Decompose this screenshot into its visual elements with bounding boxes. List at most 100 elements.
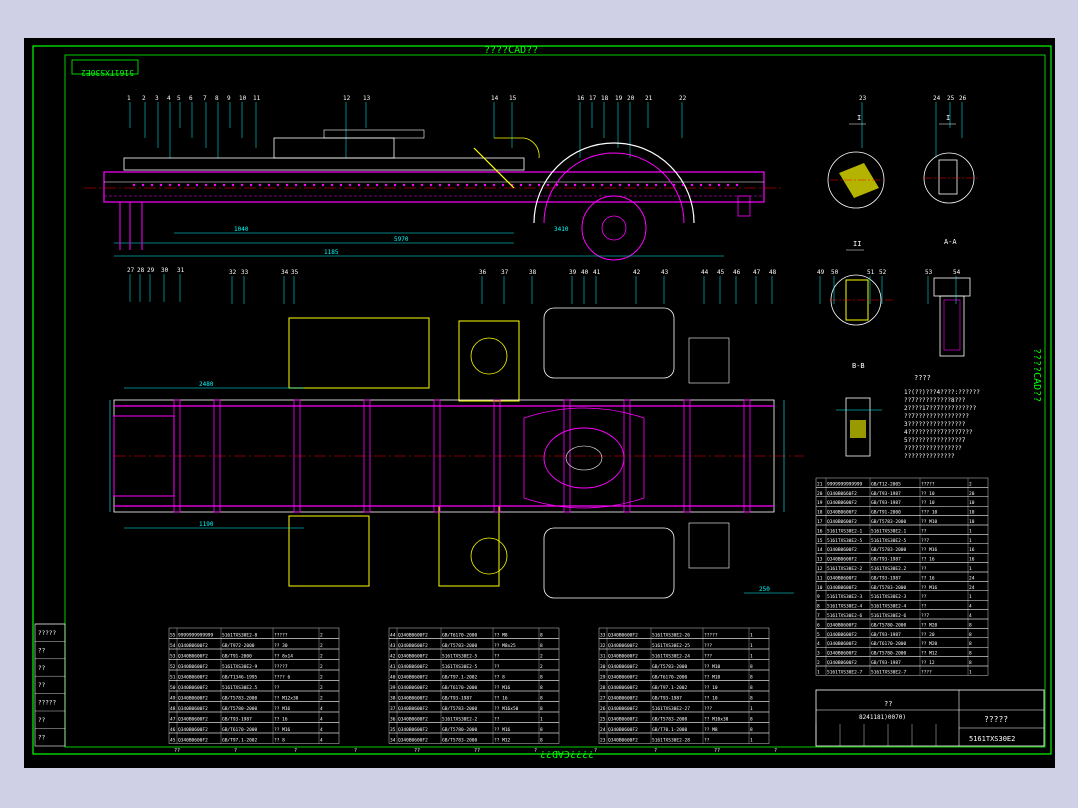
bom-br-cell: 5161TXS30E2-27: [652, 706, 690, 712]
bom-bl-cell: 54: [170, 643, 176, 649]
bom-right-cell: ?? M16: [921, 585, 938, 591]
bom-br-cell: GB/T5783-2000: [652, 717, 688, 723]
rail-hole: [726, 183, 730, 187]
rail-hole: [393, 183, 397, 187]
rail-hole: [618, 183, 622, 187]
bom-bl-cell: GB/T1346-1995: [222, 675, 258, 681]
bom-footer-cell: ?: [774, 748, 777, 754]
bom-br-cell: Q340B0600F2: [608, 654, 638, 660]
dim-3410: 3410: [554, 226, 569, 233]
bom-right-cell: ?? M20: [921, 622, 938, 628]
bom-right-cell: ??: [921, 604, 927, 610]
bom-br-cell: ?? 10: [704, 685, 718, 691]
bom-br-cell: 33: [600, 633, 606, 639]
bom-right-cell: 5161TXS30E2-5: [871, 538, 907, 544]
bom-br-cell: 1: [750, 738, 753, 744]
bom-footer-cell: ??: [414, 748, 420, 754]
bom-right-cell: ?? 16: [921, 575, 935, 581]
bom-bm-cell: Q340B0600F2: [398, 633, 428, 639]
bom-right-cell: Q340B0600F2: [827, 585, 857, 591]
bom-br-cell: ?? 10: [704, 696, 718, 702]
bom-right-cell: Q340B0600F2: [827, 575, 857, 581]
bom-bm-cell: 42: [390, 654, 396, 660]
bom-bl-cell: Q340B0600F2: [178, 727, 208, 733]
bom-right-cell: 8: [969, 641, 972, 647]
bom-bl-cell: Q340B0600F2: [178, 654, 208, 660]
bom-br-cell: Q340B0600F2: [608, 738, 638, 744]
bom-bm-cell: Q340B0600F2: [398, 717, 428, 723]
title-block: ????? ?? 8241181)0070) 5161TXS30E2: [815, 689, 1045, 747]
bom-right-cell: Q340B0600F2: [827, 519, 857, 525]
detail-label-i: I: [857, 114, 861, 122]
bom-br-cell: 28: [600, 685, 606, 691]
left-strip: ????????????????????: [34, 623, 66, 747]
rail-hole: [141, 183, 145, 187]
title-block-mark: ??: [884, 700, 892, 708]
bom-bl-cell: GB/T91-2000: [222, 654, 252, 660]
rail-hole: [456, 183, 460, 187]
bom-bl-cell: 2: [320, 675, 323, 681]
bom-br-cell: 31: [600, 654, 606, 660]
bom-bm-cell: GB/T5783-2000: [442, 738, 478, 744]
bom-right-cell: 21: [817, 481, 823, 487]
bom-right-cell: ?? 16: [921, 557, 935, 563]
bom-bl-cell: 55: [170, 633, 176, 639]
bom-bm-cell: GB/T93-1987: [442, 696, 472, 702]
bom-bm-cell: 8: [540, 727, 543, 733]
bom-bl-cell: ?? 8x14: [274, 654, 293, 660]
bom-br-cell: Q340B0600F2: [608, 643, 638, 649]
bom-bl-cell: Q340B0600F2: [178, 675, 208, 681]
part-label-42: 42: [633, 269, 641, 276]
detail-label-i2: I: [946, 114, 950, 122]
bom-br-cell: ???: [704, 654, 712, 660]
bom-right-cell: GB/T93-1987: [871, 500, 901, 506]
bom-right-cell: GB/T5783-2000: [871, 547, 907, 553]
bom-bl-cell: 5161TXS30E2-9: [222, 664, 258, 670]
bom-bl-cell: Q340B0600F2: [178, 643, 208, 649]
bom-bm-cell: Q340B0600F2: [398, 706, 428, 712]
bom-bl-cell: 2: [320, 664, 323, 670]
bom-br-cell: 8: [750, 717, 753, 723]
note-line: ??7??????????8???: [904, 397, 966, 404]
bom-right-cell: 5161TXS30E2-6: [871, 613, 907, 619]
bom-footer-cell: ??: [174, 748, 180, 754]
bom-right-cell: 2: [817, 660, 820, 666]
rail-hole: [501, 183, 505, 187]
bom-right-cell: 2: [969, 481, 972, 487]
bom-bm-cell: Q340B0600F2: [398, 654, 428, 660]
bom-right-cell: Q340B0600F2: [827, 622, 857, 628]
part-label-29: 29: [147, 267, 155, 274]
part-label-49: 49: [817, 269, 825, 276]
bom-br-cell: 25: [600, 717, 606, 723]
bom-br-cell: GB/T6170-2000: [652, 675, 688, 681]
bom-bm-cell: 36: [390, 717, 396, 723]
frame-rail: [103, 171, 765, 203]
bom-bm-cell: 43: [390, 643, 396, 649]
bom-right-cell: Q340B0600F2: [827, 651, 857, 657]
bom-right-cell: GB/T6170-2000: [871, 641, 907, 647]
rail-hole: [690, 183, 694, 187]
bom-right-cell: 9: [817, 594, 820, 600]
rail-hole: [573, 183, 577, 187]
rail-hole: [303, 183, 307, 187]
bom-right-cell: 5161TXS30E2-6: [827, 613, 863, 619]
bom-bl-cell: 45: [170, 738, 176, 744]
bom-right-cell: 24: [969, 585, 975, 591]
part-label-45: 45: [717, 269, 725, 276]
bom-right-cell: 5161TXS30E2-3: [871, 594, 907, 600]
rail-hole: [321, 183, 325, 187]
bom-br-cell: Q340B0600F2: [608, 727, 638, 733]
bom-right-cell: 11: [817, 575, 823, 581]
rail-hole: [663, 183, 667, 187]
bom-br-cell: 8: [750, 696, 753, 702]
notes-heading: ????: [914, 374, 931, 382]
rail-hole: [204, 183, 208, 187]
part-label-33: 33: [241, 269, 249, 276]
bom-bm-cell: 5161TXS30E2-5: [442, 654, 478, 660]
bom-bl-cell: Q340B0600F2: [178, 664, 208, 670]
bom-right-cell: 24: [969, 575, 975, 581]
rail-hole: [132, 183, 136, 187]
bom-br-cell: ???: [704, 643, 712, 649]
bom-bl-cell: Q340B0600F2: [178, 706, 208, 712]
bom-right-cell: 1: [969, 669, 972, 675]
